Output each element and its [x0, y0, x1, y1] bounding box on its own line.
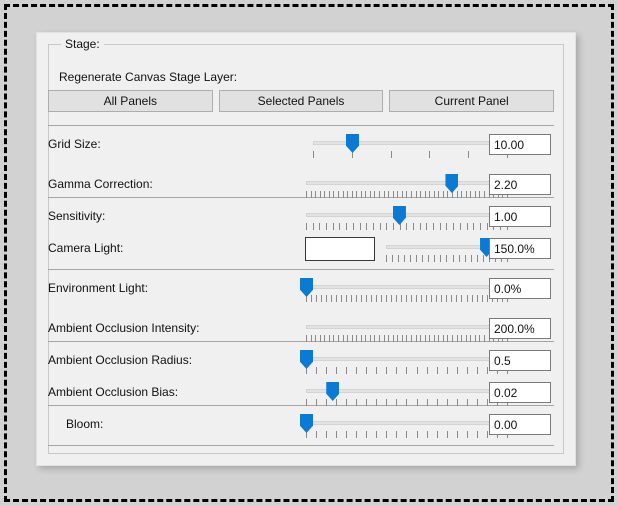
row-label: Ambient Occlusion Intensity:: [48, 321, 199, 335]
slider[interactable]: [306, 314, 508, 344]
slider[interactable]: [306, 378, 508, 408]
slider-row: Ambient Occlusion Intensity: 200.0%: [48, 314, 554, 344]
stage-settings-panel: Stage: Regenerate Canvas Stage Layer: Al…: [36, 32, 576, 466]
row-label: Grid Size:: [48, 137, 101, 151]
groupbox-title: Stage:: [61, 37, 104, 51]
value-input[interactable]: 200.0%: [489, 318, 551, 339]
row-separator-2: [48, 269, 554, 270]
value-input[interactable]: 2.20: [489, 174, 551, 195]
slider-row: Environment Light: 0.0%: [48, 274, 554, 304]
slider-track[interactable]: [306, 285, 508, 289]
slider-track[interactable]: [306, 213, 508, 217]
row-separator-5: [48, 445, 554, 446]
slider-ticks: [313, 151, 508, 158]
value-input[interactable]: 1.00: [489, 206, 551, 227]
row-label: Gamma Correction:: [48, 177, 153, 191]
regenerate-button-1[interactable]: Selected Panels: [219, 90, 384, 112]
regenerate-canvas-stage-layer-label: Regenerate Canvas Stage Layer:: [59, 70, 237, 84]
slider-track[interactable]: [306, 325, 508, 329]
slider-row: Bloom: 0.00: [48, 410, 554, 440]
slider-ticks: [306, 295, 508, 302]
slider-row: Gamma Correction: 2.20: [48, 170, 554, 200]
slider-track[interactable]: [313, 141, 508, 145]
slider-track[interactable]: [306, 181, 508, 185]
slider-track[interactable]: [306, 421, 508, 425]
row-label: Ambient Occlusion Bias:: [48, 385, 178, 399]
row-label: Sensitivity:: [48, 209, 105, 223]
slider-ticks: [306, 431, 508, 438]
regenerate-button-0[interactable]: All Panels: [48, 90, 213, 112]
slider-row: Camera Light: 150.0%: [48, 234, 554, 264]
row-label: Ambient Occlusion Radius:: [48, 353, 192, 367]
value-input[interactable]: 0.5: [489, 350, 551, 371]
slider[interactable]: [306, 202, 508, 232]
row-label: Bloom:: [66, 417, 103, 431]
slider-ticks: [306, 223, 508, 230]
color-swatch-button[interactable]: [305, 237, 375, 261]
row-label: Environment Light:: [48, 281, 148, 295]
slider-track[interactable]: [306, 357, 508, 361]
slider-row: Ambient Occlusion Radius: 0.5: [48, 346, 554, 376]
value-input[interactable]: 0.00: [489, 414, 551, 435]
value-input[interactable]: 0.02: [489, 382, 551, 403]
slider-row: Grid Size: 10.00: [48, 130, 554, 160]
regenerate-button-2[interactable]: Current Panel: [389, 90, 554, 112]
slider-row: Sensitivity: 1.00: [48, 202, 554, 232]
slider[interactable]: [306, 170, 508, 200]
slider[interactable]: [306, 410, 508, 440]
row-separator-0: [48, 125, 554, 126]
value-input[interactable]: 0.0%: [489, 278, 551, 299]
row-label: Camera Light:: [48, 241, 123, 255]
slider-ticks: [306, 335, 508, 342]
value-input[interactable]: 10.00: [489, 134, 551, 155]
slider-ticks: [306, 399, 508, 406]
slider-row: Ambient Occlusion Bias: 0.02: [48, 378, 554, 408]
slider[interactable]: [313, 130, 508, 160]
slider-ticks: [306, 367, 508, 374]
slider[interactable]: [306, 346, 508, 376]
slider-ticks: [306, 191, 508, 198]
slider[interactable]: [306, 274, 508, 304]
regenerate-button-row: All Panels Selected PanelsCurrent Panel: [48, 90, 554, 112]
value-input[interactable]: 150.0%: [489, 238, 551, 259]
